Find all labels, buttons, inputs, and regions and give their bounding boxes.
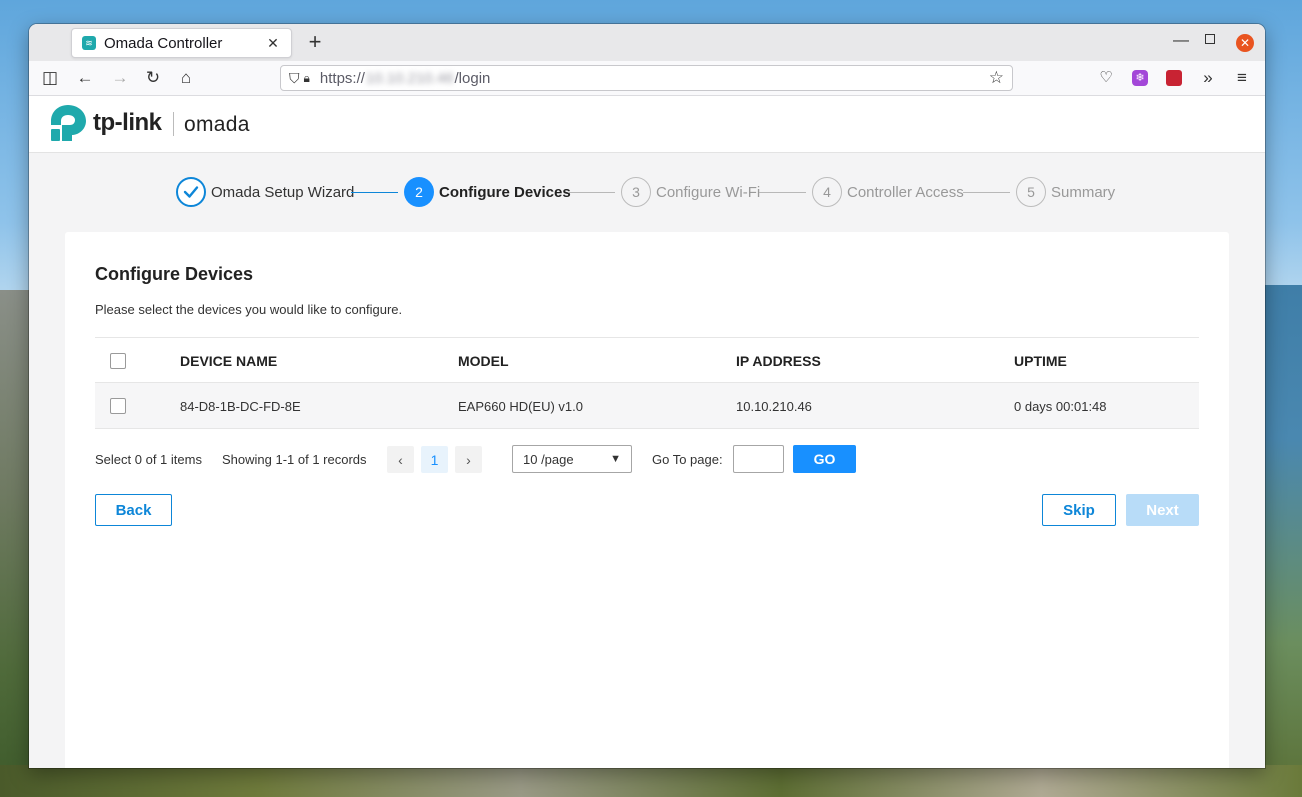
table-header: DEVICE NAME MODEL IP ADDRESS UPTIME (95, 337, 1199, 383)
url-scheme: https:// (319, 69, 365, 87)
shield-icon[interactable]: ⛉ (289, 70, 300, 87)
new-tab-icon[interactable]: + (303, 30, 327, 54)
step-1-check-icon (176, 177, 206, 207)
table-row[interactable]: 84-D8-1B-DC-FD-8E EAP660 HD(EU) v1.0 10.… (95, 383, 1199, 429)
page-number-button[interactable]: 1 (421, 446, 448, 473)
configure-devices-card: Configure Devices Please select the devi… (65, 232, 1229, 768)
page-description: Please select the devices you would like… (95, 302, 403, 317)
step-1-label: Omada Setup Wizard (211, 184, 355, 201)
url-host: 10.10.210.46 (365, 69, 454, 87)
back-button[interactable]: Back (95, 494, 172, 526)
cell-ip-address: 10.10.210.46 (736, 399, 812, 414)
star-icon[interactable]: ☆ (989, 68, 1004, 88)
step-5-number: 5 (1016, 177, 1046, 207)
column-device-name: DEVICE NAME (180, 353, 278, 369)
cell-model: EAP660 HD(EU) v1.0 (458, 399, 583, 414)
reload-icon[interactable]: ↻ (143, 68, 163, 88)
setup-wizard-steps: Omada Setup Wizard 2 Configure Devices 3… (29, 177, 1265, 217)
extension-2-icon[interactable] (1166, 70, 1182, 86)
sidebar-icon[interactable]: ◫ (40, 68, 60, 88)
url-bar[interactable]: ⛉ 🔒︎ https:// 10.10.210.46 /login ☆ (280, 65, 1013, 91)
pagination: Select 0 of 1 items Showing 1-1 of 1 rec… (95, 445, 1199, 475)
browser-window: ≋ Omada Controller ✕ + — ✕ ◫ ← → ↻ ⌂ ⛉ 🔒… (29, 24, 1265, 768)
goto-page-label: Go To page: (652, 452, 723, 467)
step-4-number: 4 (812, 177, 842, 207)
step-connector (351, 192, 398, 193)
prev-page-icon[interactable]: ‹ (387, 446, 414, 473)
step-connector (568, 192, 615, 193)
step-2-label: Configure Devices (439, 184, 571, 201)
chevron-down-icon: ▼ (610, 453, 621, 465)
url-path: /login (454, 69, 491, 87)
step-5-label: Summary (1051, 184, 1116, 201)
extension-icon[interactable]: ❄ (1132, 70, 1148, 86)
next-page-icon[interactable]: › (455, 446, 482, 473)
cell-uptime: 0 days 00:01:48 (1014, 399, 1107, 414)
records-count: Showing 1-1 of 1 records (222, 452, 367, 467)
pocket-icon[interactable]: ♡ (1096, 68, 1116, 88)
lock-icon[interactable]: 🔒︎ (304, 71, 310, 86)
back-icon[interactable]: ← (75, 68, 95, 88)
tplink-logo-icon (51, 105, 86, 141)
row-checkbox[interactable] (110, 398, 126, 414)
page-size-value: 10 /page (523, 451, 574, 467)
step-connector (963, 192, 1010, 193)
omada-wordmark: omada (184, 113, 250, 136)
overflow-icon[interactable]: » (1198, 68, 1218, 88)
forward-icon[interactable]: → (110, 68, 130, 88)
column-ip-address: IP ADDRESS (736, 353, 821, 369)
tab-strip: ≋ Omada Controller ✕ + — ✕ (29, 24, 1265, 61)
page-size-select[interactable]: 10 /page ▼ (512, 445, 632, 473)
window-close-icon[interactable]: ✕ (1236, 34, 1254, 52)
desktop-background-right (1262, 285, 1302, 797)
maximize-icon[interactable] (1205, 34, 1215, 44)
goto-page-input[interactable] (733, 445, 784, 473)
devices-table: DEVICE NAME MODEL IP ADDRESS UPTIME 84-D… (95, 337, 1199, 429)
home-icon[interactable]: ⌂ (176, 68, 196, 88)
skip-button[interactable]: Skip (1042, 494, 1116, 526)
cell-device-name: 84-D8-1B-DC-FD-8E (180, 399, 301, 414)
page-header: tp-link omada (29, 96, 1265, 153)
page-title: Configure Devices (95, 264, 254, 284)
nav-toolbar: ◫ ← → ↻ ⌂ ⛉ 🔒︎ https:// 10.10.210.46 /lo… (29, 61, 1265, 96)
wifi-favicon-icon: ≋ (82, 36, 96, 50)
tab-title: Omada Controller (104, 34, 223, 52)
selection-count: Select 0 of 1 items (95, 452, 202, 467)
menu-icon[interactable]: ≡ (1232, 68, 1252, 88)
minimize-icon[interactable]: — (1171, 32, 1191, 50)
browser-tab[interactable]: ≋ Omada Controller ✕ (71, 28, 292, 58)
next-button[interactable]: Next (1126, 494, 1199, 526)
tplink-wordmark: tp-link (93, 109, 162, 136)
go-button[interactable]: GO (793, 445, 856, 473)
step-2-number: 2 (404, 177, 434, 207)
step-3-label: Configure Wi-Fi (656, 184, 761, 201)
logo-divider (173, 112, 174, 136)
close-tab-icon[interactable]: ✕ (265, 35, 281, 52)
step-4-label: Controller Access (847, 184, 964, 201)
step-connector (759, 192, 806, 193)
column-model: MODEL (458, 353, 509, 369)
step-3-number: 3 (621, 177, 651, 207)
column-uptime: UPTIME (1014, 353, 1067, 369)
select-all-checkbox[interactable] (110, 353, 126, 369)
desktop-background-bottom (0, 765, 1302, 797)
